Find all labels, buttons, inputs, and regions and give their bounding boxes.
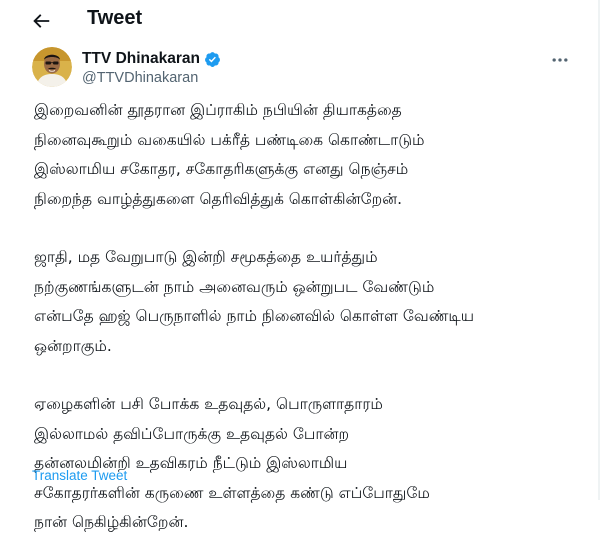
more-options-button[interactable] bbox=[545, 48, 575, 72]
author-handle[interactable]: @TTVDhinakaran bbox=[82, 70, 198, 86]
tweet-author: TTV Dhinakaran @TTVDhinakaran bbox=[32, 47, 572, 91]
avatar[interactable] bbox=[32, 47, 72, 87]
verified-badge-icon bbox=[205, 51, 220, 67]
arrow-left-icon bbox=[33, 14, 50, 28]
tweet-header: Tweet bbox=[0, 0, 596, 40]
name-row: TTV Dhinakaran bbox=[82, 50, 221, 68]
back-button[interactable] bbox=[28, 8, 54, 34]
tweet-paragraph: ஏழைகளின் பசி போக்க உதவுதல், பொருளாதாரம் … bbox=[34, 395, 430, 531]
avatar-image bbox=[32, 47, 72, 87]
tweet-paragraph: ஜாதி, மத வேறுபாடு இன்றி சமூகத்தை உயர்த்த… bbox=[34, 248, 475, 355]
translate-tweet-link[interactable]: Translate Tweet bbox=[32, 468, 127, 483]
page-title: Tweet bbox=[87, 7, 143, 29]
display-name[interactable]: TTV Dhinakaran bbox=[82, 50, 200, 68]
tweet-paragraph: இறைவனின் தூதரான இப்ராகிம் நபியின் தியாகத… bbox=[34, 101, 425, 208]
more-horizontal-icon bbox=[552, 58, 568, 62]
